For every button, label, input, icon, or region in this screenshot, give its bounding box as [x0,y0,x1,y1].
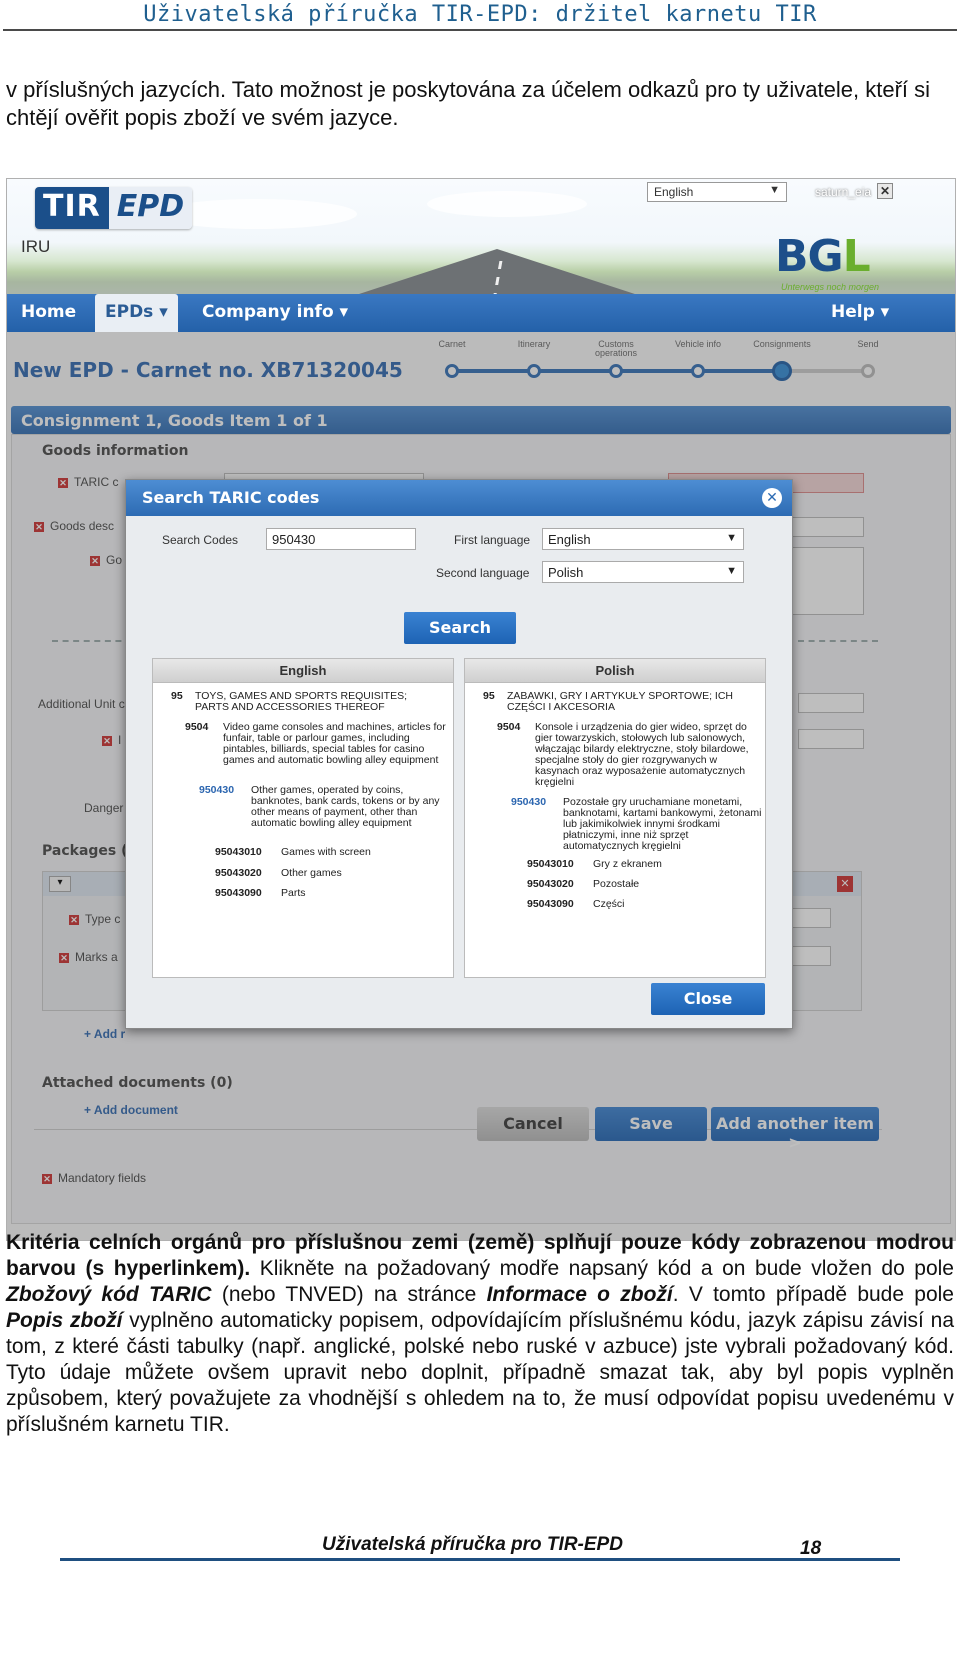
body-text-1: Klikněte na požadovaný modře napsaný kód… [250,1257,954,1280]
cloud [427,191,587,217]
taric-code-link[interactable]: 950430 [511,797,546,808]
taric-code: 95043090 [215,887,262,899]
nav-help[interactable]: Help ▾ [831,302,889,322]
english-results-column: English 95 TOYS, GAMES AND SPORTS REQUISI… [152,658,454,978]
taric-code: 95 [171,690,183,702]
logo-epd: EPD [108,187,193,229]
taric-code: 9504 [497,721,521,733]
search-codes-label: Search Codes [162,533,239,547]
app-banner: TIR EPD IRU English ▼ saturn_eia ✕ BGL U… [7,179,955,311]
first-language-label: First language [454,533,531,547]
taric-description: Pozostałe [593,878,640,890]
nav-company-info[interactable]: Company info ▾ [202,302,348,322]
first-language-select[interactable]: English ▼ [542,528,744,550]
user-name: saturn_eia [815,185,872,199]
taric-description: Pozostałe gry uruchamiane monetami, bank… [563,796,762,852]
modal-title: Search TARIC codes [142,488,320,507]
body-text-4: vyplněno automaticky popisem, odpovídají… [6,1309,954,1436]
language-select[interactable]: English ▼ [647,182,787,202]
close-icon[interactable]: ✕ [762,488,782,508]
header-rule [3,29,957,31]
nav-epds[interactable]: EPDs ▾ [95,294,178,332]
close-button[interactable]: Close [651,983,765,1015]
taric-code: 95043020 [527,878,574,890]
tir-epd-logo[interactable]: TIR EPD [35,187,193,229]
second-language-value: Polish [548,565,584,580]
bgl-tagline: Unterwegs noch morgen [781,282,880,292]
taric-code: 9504 [185,721,209,733]
org-label: IRU [21,237,51,256]
chevron-down-icon: ▼ [726,565,737,577]
document-header: Uživatelská příručka TIR-EPD: držitel ka… [143,2,817,27]
taric-code: 95 [483,690,495,702]
page-number: 18 [800,1538,822,1559]
taric-description: TOYS, GAMES AND SPORTS REQUISITES; PARTS… [195,690,407,713]
footer-title: Uživatelská příručka pro TIR-EPD [322,1534,623,1555]
logo-tir: TIR [35,187,109,229]
language-value: English [654,185,694,199]
app-screenshot: TIR EPD IRU English ▼ saturn_eia ✕ BGL U… [6,178,956,1241]
field-name-goods-desc: Popis zboží [6,1309,123,1332]
nav-home[interactable]: Home [21,302,76,322]
intro-paragraph: v příslušných jazycích. Tato možnost je … [6,77,931,130]
bgl-logo: BGL Unterwegs noch morgen [775,231,879,292]
polish-results-column: Polish 95 ZABAWKI, GRY I ARTYKUŁY SPORTOW… [464,658,766,978]
search-codes-input[interactable]: 950430 [266,528,416,550]
footer-rule [60,1558,900,1561]
taric-code: 95043020 [215,867,262,879]
taric-description: Parts [281,887,306,899]
taric-code: 95043010 [215,846,262,858]
chevron-down-icon: ▼ [726,532,737,544]
body-text-3: . V tomto případě bude pole [672,1283,954,1306]
taric-description: Games with screen [281,846,371,858]
search-taric-modal: Search TARIC codes ✕ Search Codes 950430… [125,479,793,1029]
taric-code: 95043010 [527,858,574,870]
search-button[interactable]: Search [404,612,516,644]
taric-description: Gry z ekranem [593,858,662,870]
english-column-header: English [153,659,453,683]
main-navbar: Home EPDs ▾ Company info ▾ Help ▾ [7,294,955,332]
first-language-value: English [548,532,591,547]
bgl-letters: BGL [775,231,871,282]
page-name-goods-info: Informace o zboží [486,1283,673,1306]
second-language-select[interactable]: Polish ▼ [542,561,744,583]
taric-code-link[interactable]: 950430 [199,785,234,796]
taric-description: ZABAWKI, GRY I ARTYKUŁY SPORTOWE; ICH CZ… [507,690,734,713]
taric-code: 95043090 [527,898,574,910]
taric-description: Other games, operated by coins, banknote… [251,784,440,829]
logout-icon[interactable]: ✕ [877,183,893,199]
polish-column-header: Polish [465,659,765,683]
taric-description: Other games [281,867,342,879]
body-paragraph: Kritéria celních orgánů pro příslušnou z… [6,1230,954,1438]
field-name-taric: Zbožový kód TARIC [6,1283,212,1306]
modal-header: Search TARIC codes ✕ [126,480,792,516]
taric-description: Konsole i urządzenia do gier wideo, sprz… [535,721,749,788]
body-text-2: (nebo TNVED) na stránce [211,1283,487,1306]
taric-description: Części [593,898,625,910]
chevron-down-icon: ▼ [769,184,780,196]
second-language-label: Second language [436,566,530,580]
taric-description: Video game consoles and machines, articl… [223,721,446,766]
